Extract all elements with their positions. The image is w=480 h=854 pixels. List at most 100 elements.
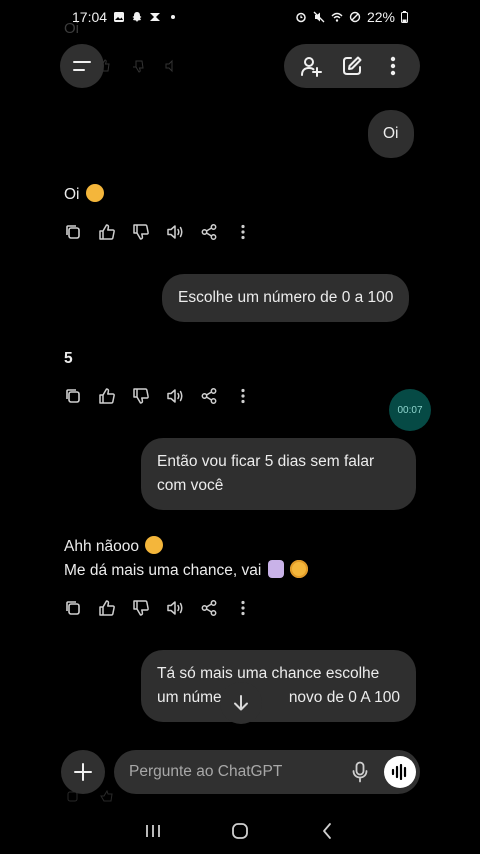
read-aloud-button[interactable] <box>166 387 184 405</box>
status-left: 17:04 <box>72 9 179 25</box>
read-aloud-icon <box>167 601 183 615</box>
dnd-icon <box>349 11 361 23</box>
user-message-text: Oi <box>383 125 399 142</box>
header-actions <box>284 44 420 88</box>
thumbs-down-button[interactable] <box>132 223 150 241</box>
more-button[interactable] <box>234 387 252 405</box>
read-aloud-icon <box>165 59 173 73</box>
user-message: Escolhe um número de 0 a 100 <box>162 274 410 322</box>
thumbs-up-button[interactable] <box>98 599 116 617</box>
recording-timer[interactable]: 00:07 <box>389 389 431 431</box>
thumbs-down-icon <box>133 388 149 404</box>
share-icon <box>201 600 217 616</box>
assistant-message: 5 <box>64 347 73 371</box>
voice-waveform-icon <box>391 764 407 780</box>
plus-icon <box>74 763 92 781</box>
thumbs-down-icon <box>133 600 149 616</box>
composer <box>114 750 420 794</box>
attach-button[interactable] <box>61 750 105 794</box>
user-message: Então vou ficar 5 dias sem falar com voc… <box>141 438 416 510</box>
wifi-icon <box>331 12 343 22</box>
recents-icon <box>146 825 161 837</box>
share-button[interactable] <box>200 223 218 241</box>
user-message: Tá só mais uma chance escolhe um núme no… <box>141 650 416 722</box>
recent-apps-button[interactable] <box>138 816 168 846</box>
scroll-to-bottom-button[interactable] <box>220 682 262 724</box>
copy-icon <box>66 601 80 615</box>
add-person-button[interactable] <box>293 48 329 84</box>
message-actions <box>64 599 252 617</box>
assistant-message-text: Oi <box>64 186 80 203</box>
arrow-down-icon <box>234 695 248 711</box>
mute-icon <box>313 11 325 23</box>
more-button[interactable] <box>234 223 252 241</box>
share-icon <box>201 388 217 404</box>
snapchat-icon <box>132 12 142 22</box>
user-message-line: novo de 0 A 100 <box>288 689 400 706</box>
thumbs-down-icon <box>133 224 149 240</box>
add-person-icon <box>300 57 322 77</box>
more-icon <box>241 600 245 616</box>
thumbs-down-button[interactable] <box>132 599 150 617</box>
thumbs-up-button[interactable] <box>98 387 116 405</box>
more-icon <box>241 224 245 240</box>
thumbs-down-button[interactable] <box>132 387 150 405</box>
message-actions <box>64 223 252 241</box>
dictation-button[interactable] <box>344 756 376 788</box>
menu-icon <box>73 61 91 71</box>
copy-button[interactable] <box>64 387 82 405</box>
home-icon <box>232 823 248 839</box>
user-message-line: Tá só mais uma chance escolhe <box>157 665 380 682</box>
assistant-message-line: Ahh nãooo <box>64 538 139 555</box>
share-button[interactable] <box>200 387 218 405</box>
home-button[interactable] <box>225 816 255 846</box>
copy-button[interactable] <box>64 223 82 241</box>
microphone-icon <box>352 761 368 783</box>
relieved-face-emoji-icon <box>145 536 164 554</box>
menu-button[interactable] <box>60 44 104 88</box>
new-chat-button[interactable] <box>334 48 370 84</box>
copy-icon <box>66 225 80 239</box>
dot-icon <box>171 15 176 19</box>
thumbs-up-button[interactable] <box>98 223 116 241</box>
message-input[interactable] <box>129 763 344 781</box>
copy-button[interactable] <box>64 599 82 617</box>
read-aloud-icon <box>167 389 183 403</box>
thumbs-down-icon <box>133 60 144 73</box>
assistant-message: Oi <box>64 183 104 207</box>
battery-text: 22% <box>366 9 395 25</box>
timer-text: 00:07 <box>397 404 423 416</box>
faded-actions-row <box>96 58 180 74</box>
assistant-message-text: 5 <box>64 350 73 367</box>
back-button[interactable] <box>312 816 342 846</box>
user-message: Oi <box>368 110 414 158</box>
relieved-face-emoji-icon <box>85 184 104 202</box>
read-aloud-button[interactable] <box>166 223 184 241</box>
status-right: 22% <box>295 9 408 25</box>
thumbs-up-icon <box>99 224 115 240</box>
voice-mode-button[interactable] <box>384 756 416 788</box>
edit-icon <box>342 56 362 75</box>
alarm-icon <box>296 12 306 23</box>
read-aloud-button[interactable] <box>166 599 184 617</box>
assistant-message: Ahh nãooo Me dá mais uma chance, vai <box>64 535 308 583</box>
message-actions <box>64 387 252 405</box>
assistant-message-line: Me dá mais uma chance, vai <box>64 562 262 579</box>
more-icon <box>241 388 245 404</box>
more-button[interactable] <box>234 599 252 617</box>
share-icon <box>201 224 217 240</box>
faded-message-fragment: Oi <box>64 20 79 37</box>
more-options-button[interactable] <box>375 48 411 84</box>
system-nav-bar <box>0 808 480 854</box>
read-aloud-icon <box>167 225 183 239</box>
gallery-icon <box>114 12 125 22</box>
thumbs-up-icon <box>99 600 115 616</box>
copy-icon <box>66 389 80 403</box>
thumbs-up-icon <box>99 388 115 404</box>
share-button[interactable] <box>200 599 218 617</box>
pleading-face-emoji-icon <box>289 560 308 578</box>
user-message-text: Escolhe um número de 0 a 100 <box>178 289 394 306</box>
thumbs-up-icon <box>100 790 113 802</box>
battery-icon <box>401 11 408 23</box>
user-message-line: um núme <box>157 689 222 706</box>
